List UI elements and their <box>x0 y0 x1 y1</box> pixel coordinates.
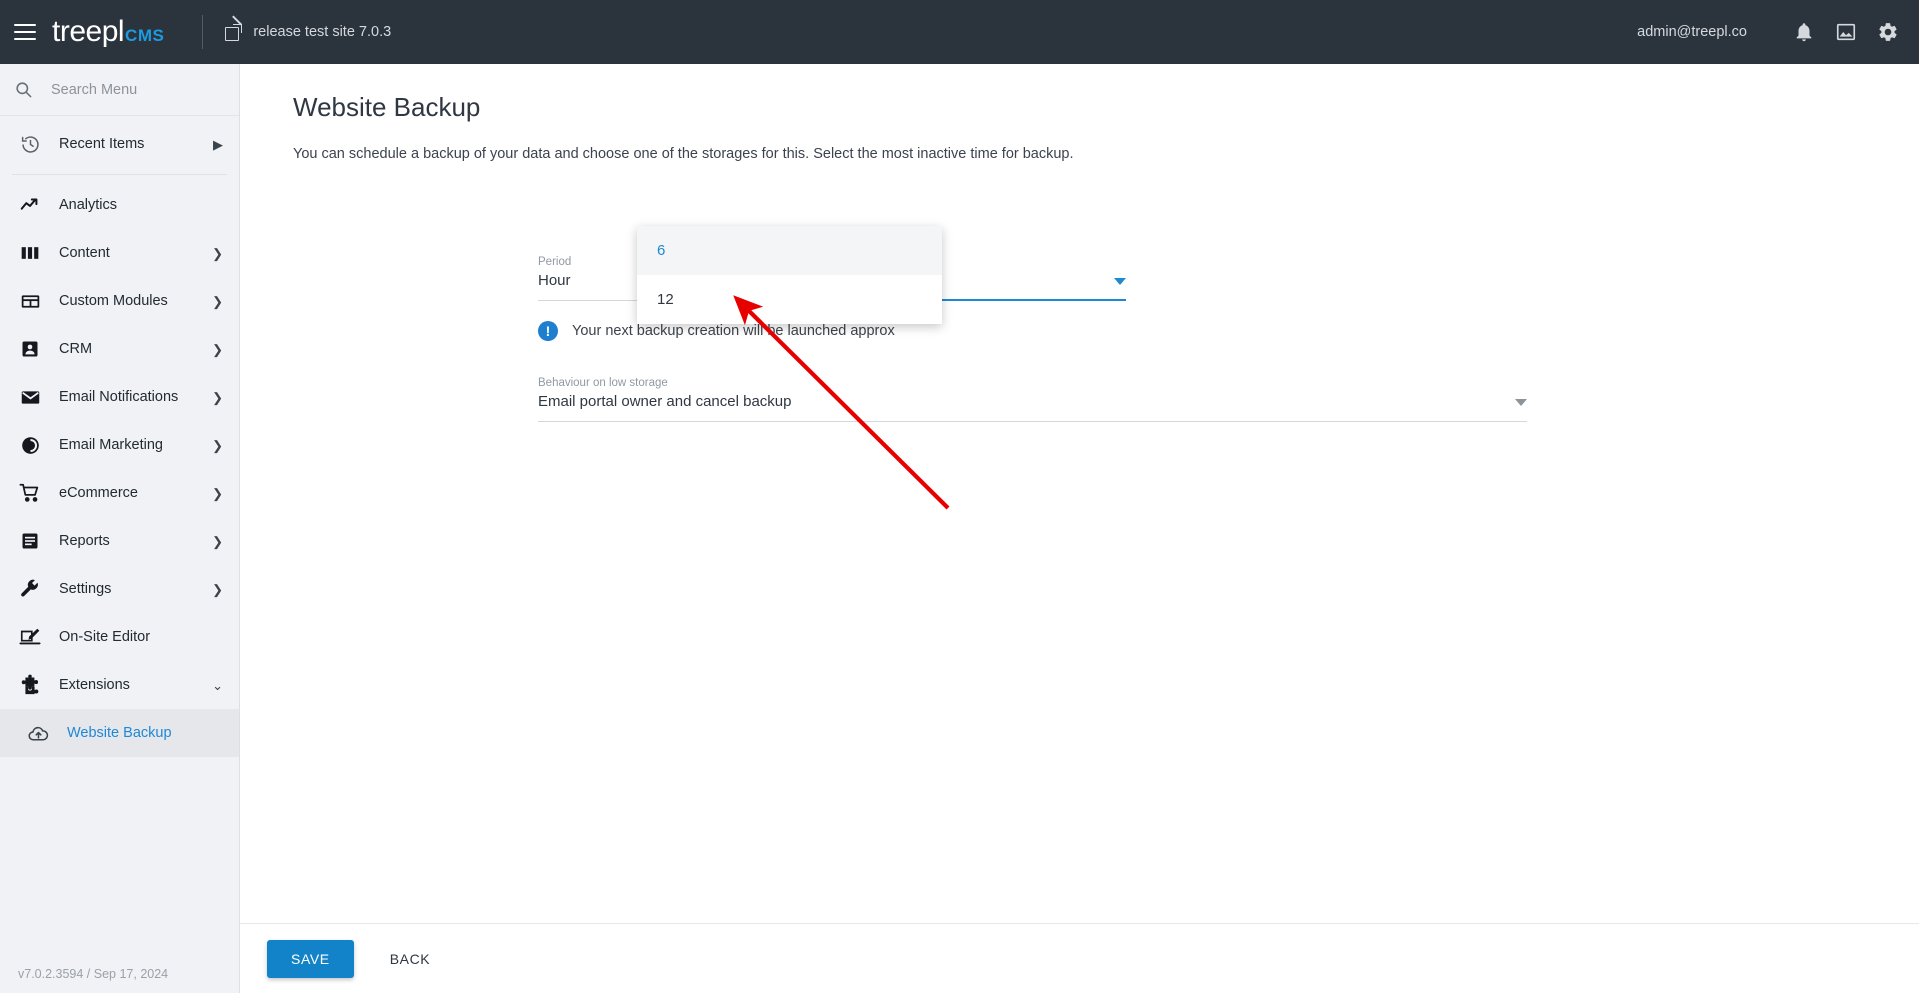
sidebar-item-label: Website Backup <box>67 725 172 741</box>
sidebar-item-crm[interactable]: CRM ❯ <box>0 325 239 373</box>
cloud-upload-icon <box>26 721 50 745</box>
info-message: ! Your next backup creation will be laun… <box>538 321 895 341</box>
image-icon[interactable] <box>1835 21 1857 43</box>
module-icon <box>18 289 42 313</box>
chevron-right-icon: ▶ <box>213 136 223 152</box>
sidebar-item-label: Settings <box>59 581 112 597</box>
logo-suffix: CMS <box>125 26 165 45</box>
sidebar-item-custom-modules[interactable]: Custom Modules ❯ <box>0 277 239 325</box>
sidebar-item-label: Analytics <box>59 197 118 213</box>
chevron-right-icon: ❯ <box>212 485 223 501</box>
sidebar-item-analytics[interactable]: Analytics <box>0 181 239 229</box>
search-icon <box>14 80 33 99</box>
bell-icon[interactable] <box>1793 21 1815 43</box>
sidebar-item-label: Content <box>59 245 110 261</box>
sidebar-item-email-notifications[interactable]: Email Notifications ❯ <box>0 373 239 421</box>
sidebar-item-label: Reports <box>59 533 110 549</box>
sidebar-item-reports[interactable]: Reports ❯ <box>0 517 239 565</box>
divider <box>202 15 204 49</box>
chevron-right-icon: ❯ <box>212 293 223 309</box>
app-logo[interactable]: treepl CMS <box>52 15 164 49</box>
topbar-right-group: admin@treepl.co <box>1637 21 1919 43</box>
sidebar: Recent Items ▶ Analytics Content ❯ <box>0 64 240 993</box>
save-button[interactable]: SAVE <box>267 939 354 978</box>
chevron-right-icon: ❯ <box>212 245 223 261</box>
info-message-text: Your next backup creation will be launch… <box>572 323 895 339</box>
main-content: Website Backup You can schedule a backup… <box>240 64 1919 993</box>
field-underline <box>538 421 1527 422</box>
chevron-down-icon[interactable] <box>1114 278 1126 285</box>
sidebar-item-recent-items[interactable]: Recent Items ▶ <box>0 120 239 168</box>
hamburger-icon[interactable] <box>14 24 36 40</box>
sidebar-item-label: eCommerce <box>59 485 138 501</box>
puzzle-icon <box>18 673 42 697</box>
sidebar-item-label: On-Site Editor <box>59 629 151 645</box>
back-button[interactable]: BACK <box>368 940 453 978</box>
wrench-icon <box>18 577 42 601</box>
user-email-label[interactable]: admin@treepl.co <box>1637 24 1747 40</box>
sidebar-item-label: Extensions <box>59 677 130 693</box>
app-window: treepl CMS release test site 7.0.3 admin… <box>0 0 1919 993</box>
trending-up-icon <box>18 193 42 217</box>
logo-text: treepl <box>52 15 125 48</box>
chevron-right-icon: ❯ <box>212 533 223 549</box>
external-link-icon <box>225 15 243 41</box>
chevron-down-icon[interactable] <box>1515 399 1527 406</box>
user-icon <box>18 337 42 361</box>
every-dropdown-menu[interactable]: 6 12 <box>637 226 942 324</box>
sidebar-item-label: Custom Modules <box>59 293 168 309</box>
sidebar-item-label: Email Notifications <box>59 389 179 405</box>
columns-icon <box>18 241 42 265</box>
sidebar-item-label: Recent Items <box>59 136 145 152</box>
chevron-right-icon: ❯ <box>212 581 223 597</box>
sidebar-item-label: Email Marketing <box>59 437 163 453</box>
sidebar-item-ecommerce[interactable]: eCommerce ❯ <box>0 469 239 517</box>
chevron-right-icon: ❯ <box>212 341 223 357</box>
sidebar-item-extensions[interactable]: Extensions ⌄ <box>0 661 239 709</box>
pie-chart-icon <box>18 433 42 457</box>
sidebar-divider <box>12 174 227 175</box>
info-icon: ! <box>538 321 558 341</box>
cart-icon <box>18 481 42 505</box>
edit-laptop-icon <box>18 625 42 649</box>
sidebar-item-label: CRM <box>59 341 93 357</box>
top-bar: treepl CMS release test site 7.0.3 admin… <box>0 0 1919 64</box>
report-icon <box>18 529 42 553</box>
search-row <box>0 64 239 116</box>
envelope-icon <box>18 385 42 409</box>
sidebar-item-on-site-editor[interactable]: On-Site Editor <box>0 613 239 661</box>
sidebar-item-settings[interactable]: Settings ❯ <box>0 565 239 613</box>
chevron-right-icon: ❯ <box>212 437 223 453</box>
behaviour-value: Email portal owner and cancel backup <box>538 393 792 410</box>
history-icon <box>18 132 42 156</box>
sidebar-nav: Recent Items ▶ Analytics Content ❯ Custo… <box>0 116 239 757</box>
sidebar-item-content[interactable]: Content ❯ <box>0 229 239 277</box>
gear-icon[interactable] <box>1877 21 1899 43</box>
search-input[interactable] <box>51 81 211 98</box>
chevron-right-icon: ❯ <box>212 389 223 405</box>
chevron-down-icon: ⌄ <box>212 677 223 693</box>
page-description: You can schedule a backup of your data a… <box>293 146 1074 162</box>
behaviour-label: Behaviour on low storage <box>538 377 668 389</box>
site-name-label: release test site 7.0.3 <box>253 24 392 40</box>
form-footer: SAVE BACK <box>240 923 1919 993</box>
sidebar-item-website-backup[interactable]: Website Backup <box>0 709 239 757</box>
page-title: Website Backup <box>293 92 481 122</box>
version-label: v7.0.2.3594 / Sep 17, 2024 <box>18 967 169 981</box>
dropdown-option-6[interactable]: 6 <box>637 226 942 275</box>
dropdown-option-12[interactable]: 12 <box>637 275 942 324</box>
sidebar-item-email-marketing[interactable]: Email Marketing ❯ <box>0 421 239 469</box>
behaviour-field[interactable]: Behaviour on low storage Email portal ow… <box>538 377 1527 422</box>
site-link[interactable]: release test site 7.0.3 <box>225 15 392 41</box>
